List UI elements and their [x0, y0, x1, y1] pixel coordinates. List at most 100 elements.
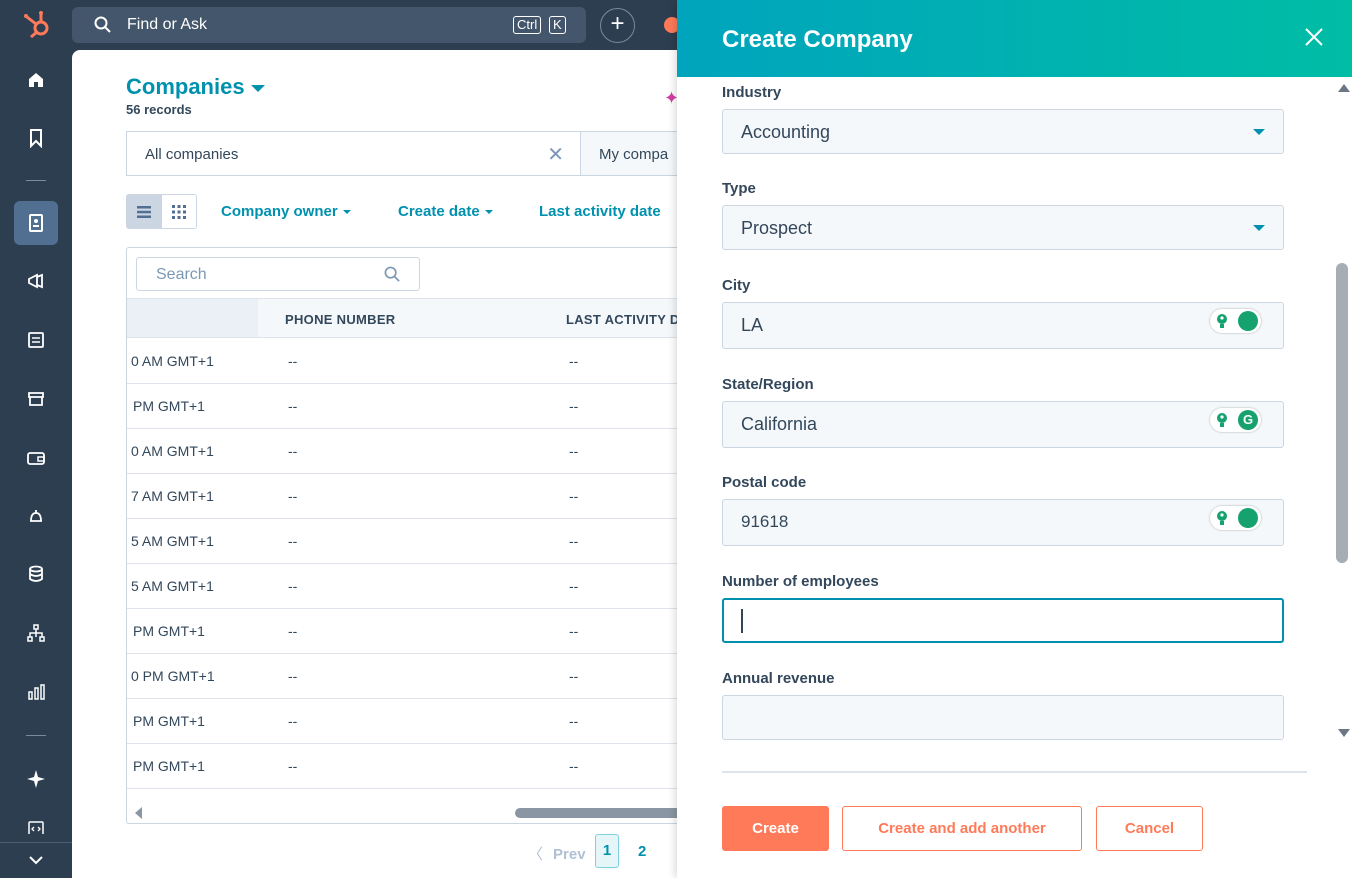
lightbulb-icon [1217, 413, 1227, 427]
horizontal-scrollbar[interactable] [127, 801, 691, 823]
global-search-input[interactable]: Find or Ask Ctrl K [72, 7, 586, 43]
nav-breeze[interactable] [14, 757, 58, 801]
employees-label: Number of employees [722, 573, 879, 590]
column-header-phone[interactable]: PHONE NUMBER [285, 312, 396, 327]
industry-select[interactable]: Accounting [722, 109, 1284, 154]
cell-last-activity: -- [569, 533, 579, 549]
sparkle-icon [27, 770, 45, 788]
industry-label: Industry [722, 84, 782, 101]
nav-data[interactable] [14, 552, 58, 596]
hubspot-logo-icon[interactable] [22, 9, 52, 39]
grammarly-icon [1238, 311, 1258, 331]
scroll-down-icon[interactable] [1338, 729, 1350, 737]
scrollbar-thumb[interactable] [1336, 263, 1348, 563]
nav-service[interactable] [14, 494, 58, 538]
nav-commerce[interactable] [14, 377, 58, 421]
nav-crm-contacts[interactable] [14, 201, 58, 245]
postal-field[interactable]: 91618 [722, 499, 1284, 546]
cell-phone: -- [288, 758, 298, 774]
close-icon[interactable]: ✕ [547, 142, 564, 167]
pagination-page-2[interactable]: 2 [638, 843, 646, 860]
contacts-icon [29, 214, 43, 232]
grammarly-widget[interactable] [1210, 506, 1261, 530]
tab-label: My compa [599, 146, 669, 163]
table-row[interactable]: 5 AM GMT+1 -- -- [127, 564, 691, 609]
nav-automation[interactable] [14, 611, 58, 655]
table-search-input[interactable]: Search [136, 257, 420, 291]
table-row[interactable]: PM GMT+1 -- -- [127, 384, 691, 429]
board-view-button[interactable] [162, 195, 197, 228]
industry-value: Accounting [741, 122, 831, 142]
state-field[interactable]: California G [722, 401, 1284, 448]
grammarly-widget[interactable]: G [1210, 408, 1261, 432]
type-select[interactable]: Prospect [722, 205, 1284, 250]
column-header-last-activity[interactable]: LAST ACTIVITY D [566, 312, 680, 327]
cell-phone: -- [288, 488, 298, 504]
cell-last-activity: -- [569, 488, 579, 504]
lightbulb-icon [1217, 511, 1227, 525]
filter-last-activity-date[interactable]: Last activity date [539, 203, 661, 220]
caret-down-icon [1253, 129, 1265, 135]
bar-chart-icon [28, 684, 45, 700]
list-view-button[interactable] [127, 195, 162, 228]
cell-partial: PM GMT+1 [133, 623, 205, 639]
cell-phone: -- [288, 623, 298, 639]
nav-payments[interactable] [14, 436, 58, 480]
create-and-add-another-button[interactable]: Create and add another [842, 806, 1082, 851]
nav-bookmarks[interactable] [14, 116, 58, 160]
employees-field[interactable] [722, 598, 1284, 643]
revenue-field[interactable] [722, 695, 1284, 740]
revenue-label: Annual revenue [722, 670, 835, 687]
footer-divider [722, 771, 1307, 773]
caret-down-icon [484, 210, 493, 215]
scroll-left-icon[interactable] [135, 807, 142, 819]
cell-partial: 0 AM GMT+1 [131, 443, 214, 459]
scrollbar-thumb[interactable] [515, 808, 691, 818]
table-row[interactable]: PM GMT+1 -- -- [127, 699, 691, 744]
panel-scrollbar[interactable] [1333, 77, 1352, 770]
quick-create-button[interactable]: + [600, 8, 635, 43]
cancel-button[interactable]: Cancel [1096, 806, 1203, 851]
grammarly-widget[interactable] [1210, 309, 1261, 333]
table-row[interactable]: 0 AM GMT+1 -- -- [127, 429, 691, 474]
city-label: City [722, 277, 751, 294]
pagination-page-1[interactable]: 1 [595, 834, 619, 868]
postal-label: Postal code [722, 474, 807, 491]
type-label: Type [722, 180, 756, 197]
caret-down-icon [342, 210, 351, 215]
city-field[interactable]: LA [722, 302, 1284, 349]
cell-last-activity: -- [569, 623, 579, 639]
nav-collapse-toggle[interactable] [0, 842, 72, 878]
table-row[interactable]: 7 AM GMT+1 -- -- [127, 474, 691, 519]
scroll-up-icon[interactable] [1338, 84, 1350, 92]
cell-phone: -- [288, 533, 298, 549]
close-icon[interactable] [1302, 25, 1326, 49]
global-search-text: Find or Ask [127, 16, 208, 33]
filter-create-date[interactable]: Create date [398, 203, 493, 220]
type-value: Prospect [741, 218, 813, 238]
nav-home[interactable] [14, 58, 58, 102]
table-row[interactable]: 0 PM GMT+1 -- -- [127, 654, 691, 699]
nav-marketing[interactable] [14, 259, 58, 303]
chevron-left-icon: 〈 [528, 846, 544, 863]
prev-label: Prev [553, 846, 586, 863]
nav-development[interactable] [14, 820, 58, 844]
cell-phone: -- [288, 713, 298, 729]
shortcut-ctrl-key: Ctrl [513, 16, 542, 34]
object-selector[interactable]: Companies [126, 74, 265, 100]
cell-partial: 7 AM GMT+1 [131, 488, 214, 504]
search-placeholder: Search [156, 266, 207, 283]
nav-content[interactable] [14, 318, 58, 362]
table-row[interactable]: 5 AM GMT+1 -- -- [127, 519, 691, 564]
city-value: LA [741, 315, 764, 335]
table-row[interactable]: PM GMT+1 -- -- [127, 609, 691, 654]
nav-reporting[interactable] [14, 670, 58, 714]
tab-all-companies[interactable]: All companies ✕ [126, 131, 581, 176]
table-row[interactable]: 0 AM GMT+1 -- -- [127, 339, 691, 384]
table-row[interactable]: PM GMT+1 -- -- [127, 744, 691, 789]
grid-icon [171, 204, 186, 219]
create-button[interactable]: Create [722, 806, 829, 851]
pagination-prev[interactable]: 〈 Prev [528, 843, 586, 864]
cell-partial: 0 PM GMT+1 [131, 668, 215, 684]
filter-company-owner[interactable]: Company owner [221, 203, 351, 220]
